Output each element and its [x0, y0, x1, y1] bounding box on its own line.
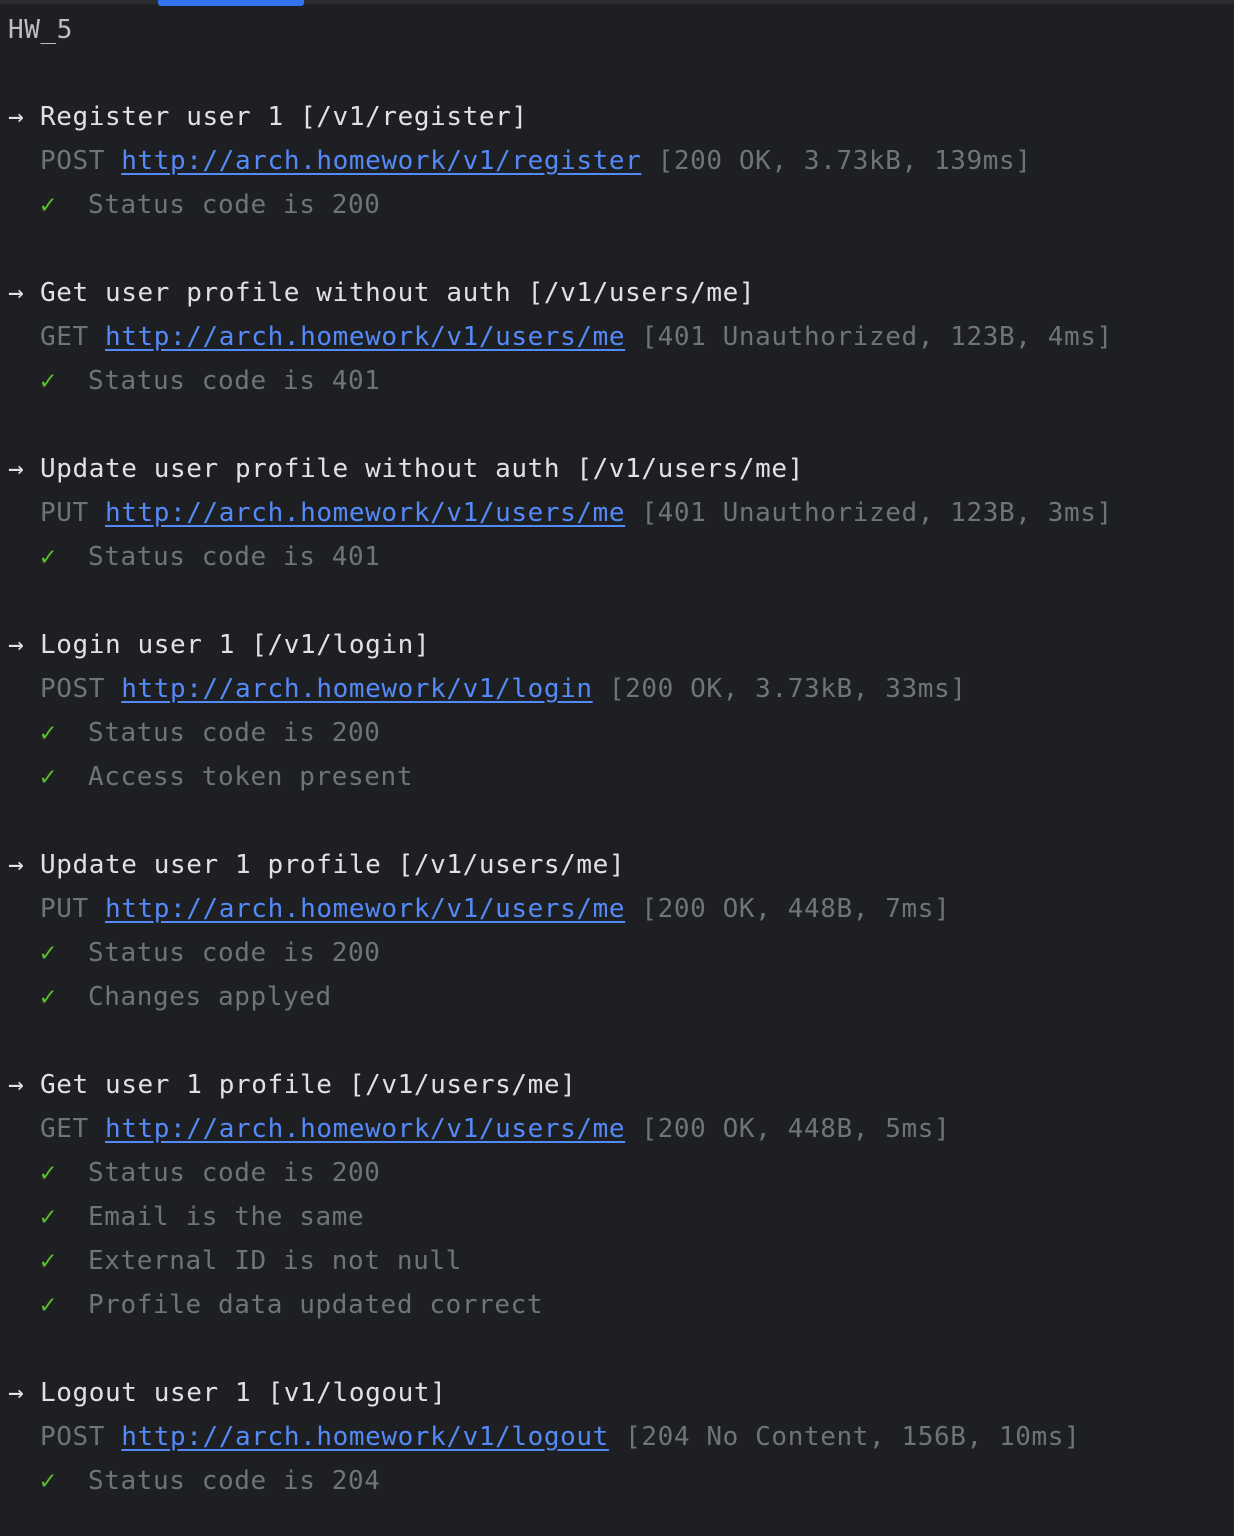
test-name: Profile data updated correct	[88, 1290, 544, 1320]
test-name: Status code is 401	[88, 542, 381, 572]
request-line: PUT http://arch.homework/v1/users/me [20…	[40, 891, 950, 927]
test-name: Email is the same	[88, 1202, 365, 1232]
request-url-link[interactable]: http://arch.homework/v1/users/me	[105, 498, 625, 528]
response-meta: [401 Unauthorized, 123B, 4ms]	[641, 322, 1113, 352]
request-title[interactable]: → Get user 1 profile [/v1/users/me]	[8, 1067, 576, 1103]
request-line: POST http://arch.homework/v1/logout [204…	[40, 1419, 1080, 1455]
request-url-link[interactable]: http://arch.homework/v1/users/me	[105, 894, 625, 924]
check-icon: ✓	[40, 762, 57, 792]
request-title-text: Update user profile without auth [/v1/us…	[40, 454, 804, 484]
check-icon: ✓	[40, 718, 57, 748]
http-method: GET	[40, 322, 89, 352]
request-title-text: Update user 1 profile [/v1/users/me]	[40, 850, 626, 880]
arrow-right-icon: →	[8, 102, 25, 132]
check-icon: ✓	[40, 366, 57, 396]
test-result: ✓ Status code is 200	[40, 715, 381, 751]
request-title[interactable]: → Register user 1 [/v1/register]	[8, 99, 528, 135]
test-result: ✓ Status code is 401	[40, 363, 381, 399]
request-line: GET http://arch.homework/v1/users/me [40…	[40, 319, 1113, 355]
request-title[interactable]: → Logout user 1 [v1/logout]	[8, 1375, 446, 1411]
http-method: PUT	[40, 894, 89, 924]
check-icon: ✓	[40, 542, 57, 572]
arrow-right-icon: →	[8, 454, 25, 484]
check-icon: ✓	[40, 1158, 57, 1188]
check-icon: ✓	[40, 982, 57, 1012]
request-title-text: Get user profile without auth [/v1/users…	[40, 278, 756, 308]
request-title[interactable]: → Get user profile without auth [/v1/user…	[8, 275, 755, 311]
test-result: ✓ Status code is 200	[40, 1155, 381, 1191]
arrow-right-icon: →	[8, 1070, 25, 1100]
request-title[interactable]: → Update user profile without auth [/v1/u…	[8, 451, 804, 487]
request-url-link[interactable]: http://arch.homework/v1/users/me	[105, 322, 625, 352]
test-name: Status code is 200	[88, 718, 381, 748]
request-title-text: Login user 1 [/v1/login]	[40, 630, 431, 660]
test-name: Changes applyed	[88, 982, 332, 1012]
request-line: PUT http://arch.homework/v1/users/me [40…	[40, 495, 1113, 531]
test-name: Status code is 200	[88, 938, 381, 968]
test-name: External ID is not null	[88, 1246, 462, 1276]
test-result: ✓ Status code is 200	[40, 187, 381, 223]
request-title-text: Get user 1 profile [/v1/users/me]	[40, 1070, 577, 1100]
request-line: POST http://arch.homework/v1/login [200 …	[40, 671, 966, 707]
test-result: ✓ Status code is 204	[40, 1463, 381, 1499]
response-meta: [200 OK, 448B, 5ms]	[641, 1114, 951, 1144]
check-icon: ✓	[40, 1466, 57, 1496]
check-icon: ✓	[40, 1290, 57, 1320]
request-line: GET http://arch.homework/v1/users/me [20…	[40, 1111, 950, 1147]
test-result: ✓ Status code is 401	[40, 539, 381, 575]
request-title[interactable]: → Update user 1 profile [/v1/users/me]	[8, 847, 625, 883]
response-meta: [200 OK, 3.73kB, 33ms]	[608, 674, 967, 704]
http-method: POST	[40, 1422, 106, 1452]
request-url-link[interactable]: http://arch.homework/v1/users/me	[105, 1114, 625, 1144]
active-tab-indicator[interactable]	[158, 0, 304, 6]
response-meta: [401 Unauthorized, 123B, 3ms]	[641, 498, 1113, 528]
test-result: ✓ Access token present	[40, 759, 413, 795]
request-title-text: Register user 1 [/v1/register]	[40, 102, 528, 132]
test-result: ✓ Status code is 200	[40, 935, 381, 971]
request-url-link[interactable]: http://arch.homework/v1/register	[121, 146, 641, 176]
response-meta: [200 OK, 3.73kB, 139ms]	[657, 146, 1032, 176]
check-icon: ✓	[40, 938, 57, 968]
http-method: GET	[40, 1114, 89, 1144]
arrow-right-icon: →	[8, 850, 25, 880]
request-title-text: Logout user 1 [v1/logout]	[40, 1378, 447, 1408]
test-result: ✓ Changes applyed	[40, 979, 332, 1015]
request-url-link[interactable]: http://arch.homework/v1/logout	[121, 1422, 609, 1452]
collection-title: HW_5	[8, 15, 74, 45]
check-icon: ✓	[40, 190, 57, 220]
test-name: Access token present	[88, 762, 414, 792]
arrow-right-icon: →	[8, 1378, 25, 1408]
request-title[interactable]: → Login user 1 [/v1/login]	[8, 627, 430, 663]
request-url-link[interactable]: http://arch.homework/v1/login	[121, 674, 592, 704]
check-icon: ✓	[40, 1246, 57, 1276]
check-icon: ✓	[40, 1202, 57, 1232]
test-name: Status code is 204	[88, 1466, 381, 1496]
test-name: Status code is 401	[88, 366, 381, 396]
test-result: ✓ Profile data updated correct	[40, 1287, 543, 1323]
request-line: POST http://arch.homework/v1/register [2…	[40, 143, 1031, 179]
response-meta: [204 No Content, 156B, 10ms]	[625, 1422, 1081, 1452]
http-method: PUT	[40, 498, 89, 528]
test-name: Status code is 200	[88, 190, 381, 220]
response-meta: [200 OK, 448B, 7ms]	[641, 894, 951, 924]
test-result: ✓ Email is the same	[40, 1199, 364, 1235]
arrow-right-icon: →	[8, 630, 25, 660]
arrow-right-icon: →	[8, 278, 25, 308]
http-method: POST	[40, 674, 106, 704]
test-result: ✓ External ID is not null	[40, 1243, 462, 1279]
http-method: POST	[40, 146, 106, 176]
test-name: Status code is 200	[88, 1158, 381, 1188]
